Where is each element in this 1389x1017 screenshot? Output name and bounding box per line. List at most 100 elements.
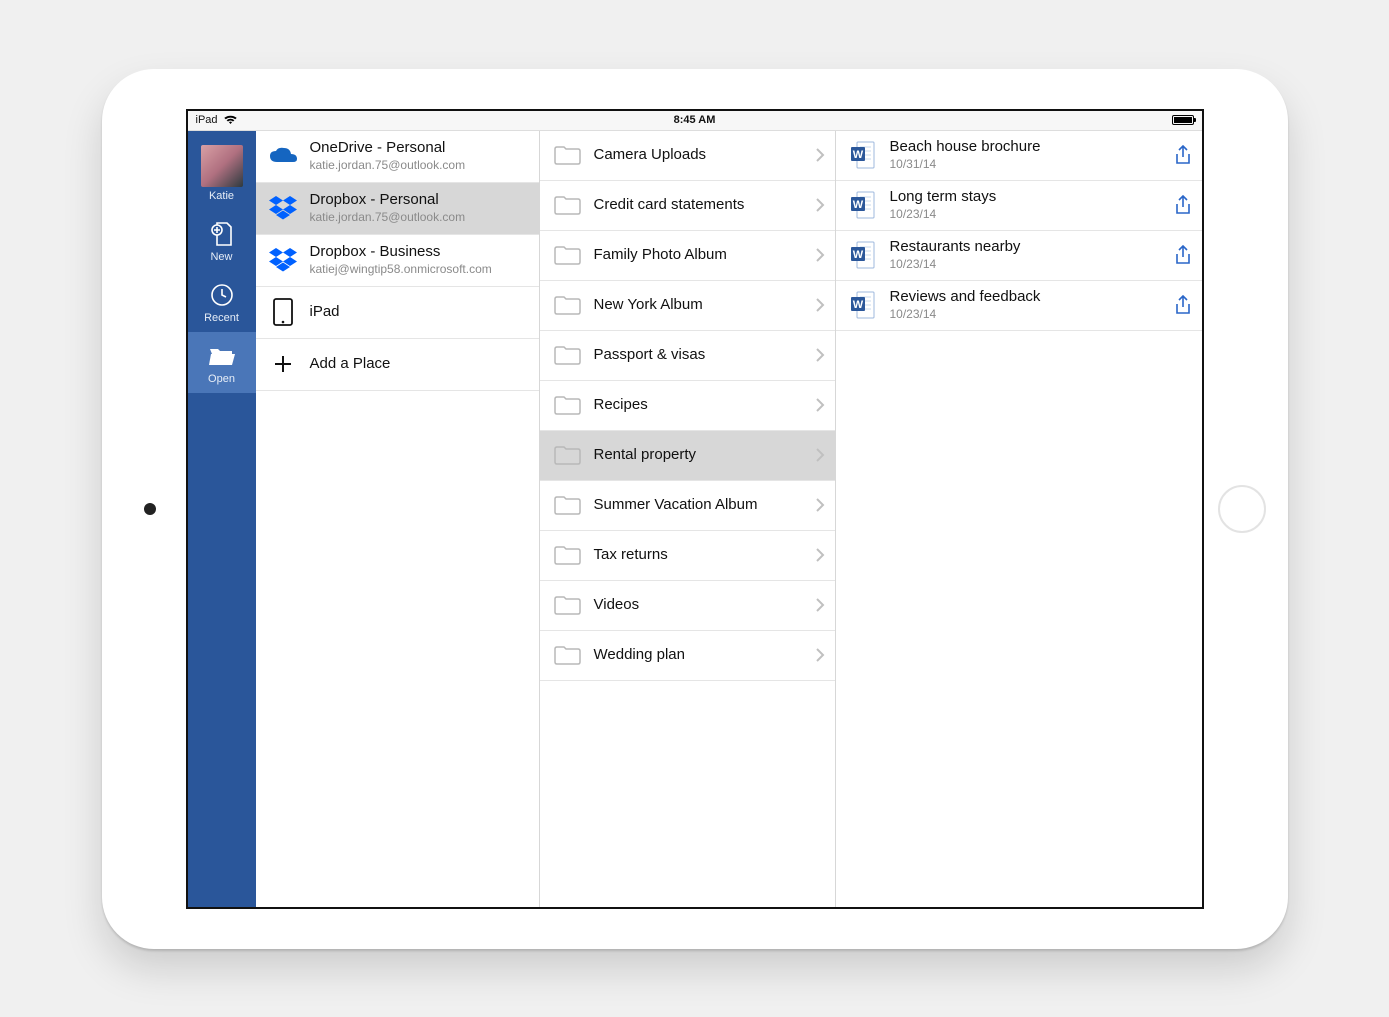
file-title: Restaurants nearby: [890, 238, 1162, 256]
place-title: Dropbox - Business: [310, 243, 529, 261]
sidebar: Katie New: [188, 131, 256, 907]
place-row[interactable]: iPad: [256, 287, 539, 339]
svg-text:W: W: [852, 249, 863, 261]
folder-icon: [552, 590, 582, 620]
file-row[interactable]: W Reviews and feedback10/23/14: [836, 281, 1202, 331]
folder-title: Credit card statements: [594, 196, 803, 214]
place-row[interactable]: Dropbox - Businesskatiej@wingtip58.onmic…: [256, 235, 539, 287]
folder-icon: [552, 190, 582, 220]
folder-title: Camera Uploads: [594, 146, 803, 164]
chevron-right-icon: [815, 447, 825, 463]
folder-row[interactable]: Rental property: [540, 431, 835, 481]
sidebar-user-label: Katie: [209, 191, 234, 202]
folder-row[interactable]: Wedding plan: [540, 631, 835, 681]
share-button[interactable]: [1174, 295, 1192, 315]
dropbox-icon: [268, 245, 298, 275]
file-date: 10/23/14: [890, 307, 1162, 323]
file-date: 10/31/14: [890, 157, 1162, 173]
status-time: 8:45 AM: [188, 114, 1202, 126]
place-title: OneDrive - Personal: [310, 139, 529, 157]
folder-row[interactable]: New York Album: [540, 281, 835, 331]
folder-icon: [552, 140, 582, 170]
folder-icon: [552, 390, 582, 420]
file-date: 10/23/14: [890, 207, 1162, 223]
place-title: Dropbox - Personal: [310, 191, 529, 209]
folder-icon: [552, 490, 582, 520]
folder-row[interactable]: Passport & visas: [540, 331, 835, 381]
folder-icon: [552, 240, 582, 270]
folder-open-icon: [208, 342, 236, 370]
sidebar-item-recent[interactable]: Recent: [188, 271, 256, 332]
share-button[interactable]: [1174, 245, 1192, 265]
place-subtitle: katie.jordan.75@outlook.com: [310, 210, 529, 226]
folder-row[interactable]: Summer Vacation Album: [540, 481, 835, 531]
folder-icon: [552, 290, 582, 320]
chevron-right-icon: [815, 397, 825, 413]
file-row[interactable]: W Beach house brochure10/31/14: [836, 131, 1202, 181]
sidebar-user[interactable]: Katie: [188, 131, 256, 210]
places-column: OneDrive - Personalkatie.jordan.75@outlo…: [256, 131, 540, 907]
status-bar: iPad 8:45 AM: [188, 111, 1202, 131]
folder-title: Summer Vacation Album: [594, 496, 803, 514]
share-button[interactable]: [1174, 145, 1192, 165]
file-row[interactable]: W Long term stays10/23/14: [836, 181, 1202, 231]
share-button[interactable]: [1174, 195, 1192, 215]
folder-row[interactable]: Credit card statements: [540, 181, 835, 231]
place-row[interactable]: OneDrive - Personalkatie.jordan.75@outlo…: [256, 131, 539, 183]
file-title: Long term stays: [890, 188, 1162, 206]
ipad-frame: iPad 8:45 AM Katie: [102, 69, 1288, 949]
folder-title: New York Album: [594, 296, 803, 314]
folder-row[interactable]: Camera Uploads: [540, 131, 835, 181]
place-subtitle: katie.jordan.75@outlook.com: [310, 158, 529, 174]
file-date: 10/23/14: [890, 257, 1162, 273]
chevron-right-icon: [815, 247, 825, 263]
svg-text:W: W: [852, 299, 863, 311]
clock-icon: [208, 281, 236, 309]
folder-row[interactable]: Recipes: [540, 381, 835, 431]
place-title: iPad: [310, 303, 529, 321]
chevron-right-icon: [815, 347, 825, 363]
word-document-icon: W: [848, 290, 878, 320]
place-row[interactable]: Dropbox - Personalkatie.jordan.75@outloo…: [256, 183, 539, 235]
folder-row[interactable]: Videos: [540, 581, 835, 631]
folder-icon: [552, 440, 582, 470]
svg-text:W: W: [852, 149, 863, 161]
folder-icon: [552, 540, 582, 570]
dropbox-icon: [268, 193, 298, 223]
folder-icon: [552, 640, 582, 670]
word-document-icon: W: [848, 190, 878, 220]
ipad-icon: [268, 297, 298, 327]
file-title: Beach house brochure: [890, 138, 1162, 156]
folder-title: Passport & visas: [594, 346, 803, 364]
chevron-right-icon: [815, 547, 825, 563]
place-title: Add a Place: [310, 355, 529, 373]
folder-icon: [552, 340, 582, 370]
wifi-icon: [224, 115, 237, 125]
folder-row[interactable]: Tax returns: [540, 531, 835, 581]
sidebar-item-label: Open: [208, 374, 235, 385]
folder-title: Rental property: [594, 446, 803, 464]
screen: iPad 8:45 AM Katie: [186, 109, 1204, 909]
folders-column: Camera Uploads Credit card statements Fami…: [540, 131, 836, 907]
folder-row[interactable]: Family Photo Album: [540, 231, 835, 281]
word-document-icon: W: [848, 240, 878, 270]
battery-icon: [1172, 115, 1194, 125]
file-row[interactable]: W Restaurants nearby10/23/14: [836, 231, 1202, 281]
svg-text:W: W: [852, 199, 863, 211]
chevron-right-icon: [815, 197, 825, 213]
chevron-right-icon: [815, 647, 825, 663]
folder-title: Wedding plan: [594, 646, 803, 664]
folder-title: Family Photo Album: [594, 246, 803, 264]
status-device-label: iPad: [196, 114, 218, 126]
place-subtitle: katiej@wingtip58.onmicrosoft.com: [310, 262, 529, 278]
sidebar-item-label: Recent: [204, 313, 239, 324]
chevron-right-icon: [815, 147, 825, 163]
plus-icon: [268, 349, 298, 379]
app-body: Katie New: [188, 131, 1202, 907]
chevron-right-icon: [815, 297, 825, 313]
avatar: [201, 145, 243, 187]
place-row[interactable]: Add a Place: [256, 339, 539, 391]
folder-title: Videos: [594, 596, 803, 614]
sidebar-item-new[interactable]: New: [188, 210, 256, 271]
sidebar-item-open[interactable]: Open: [188, 332, 256, 393]
